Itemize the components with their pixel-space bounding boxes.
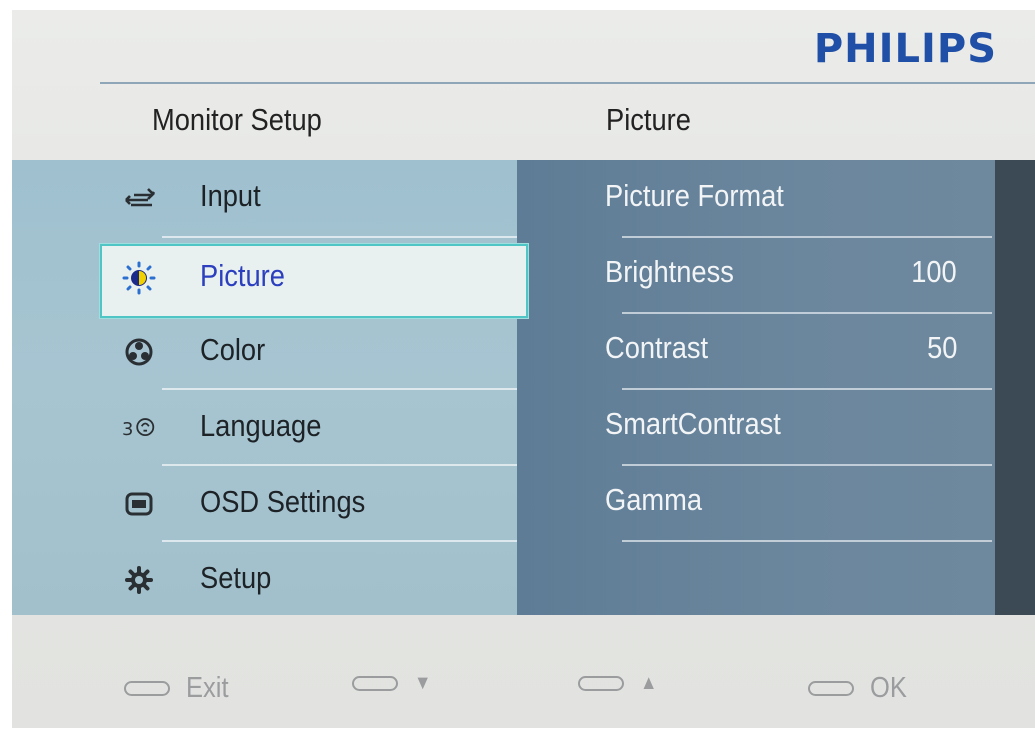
- input-icon: [122, 182, 156, 214]
- submenu-item-gamma[interactable]: Gamma: [517, 464, 995, 540]
- submenu-item-label: Picture Format: [605, 178, 784, 213]
- contrast-value: 50: [926, 330, 957, 365]
- brightness-icon: [122, 261, 156, 295]
- header-divider: [100, 82, 1035, 84]
- menu-panel: Input Picture Color 3 Language OSD Setti…: [12, 160, 1035, 615]
- submenu-item-label: Contrast: [605, 330, 709, 365]
- ok-label: OK: [870, 672, 907, 704]
- menu-item-color[interactable]: Color: [12, 314, 517, 390]
- down-button[interactable]: ▼: [352, 672, 434, 695]
- gear-icon: [122, 564, 156, 596]
- divider: [162, 236, 517, 238]
- menu-item-input[interactable]: Input: [12, 160, 517, 236]
- menu-item-label: Picture: [200, 258, 285, 293]
- menu-item-label: OSD Settings: [200, 484, 366, 519]
- svg-text:3: 3: [122, 419, 133, 440]
- menu-item-picture[interactable]: Picture: [12, 240, 517, 316]
- up-arrow-icon: ▲: [640, 672, 658, 694]
- button-pill-icon: [578, 676, 624, 691]
- button-pill-icon: [808, 681, 854, 696]
- menu-item-label: Color: [200, 332, 266, 367]
- button-pill-icon: [352, 676, 398, 691]
- language-icon: 3: [122, 412, 156, 444]
- submenu-item-brightness[interactable]: Brightness 100: [517, 236, 995, 312]
- submenu-title: Picture: [606, 102, 691, 137]
- submenu-item-contrast[interactable]: Contrast 50: [517, 312, 995, 388]
- menu-item-osd-settings[interactable]: OSD Settings: [12, 466, 517, 542]
- menu-item-setup[interactable]: Setup: [12, 542, 517, 618]
- panel-edge: [995, 160, 1035, 615]
- exit-label: Exit: [186, 672, 229, 704]
- menu-title: Monitor Setup: [152, 102, 322, 137]
- submenu-item-label: SmartContrast: [605, 406, 781, 441]
- submenu-item-smartcontrast[interactable]: SmartContrast: [517, 388, 995, 464]
- down-arrow-icon: ▼: [414, 672, 432, 694]
- submenu-item-label: Gamma: [605, 482, 703, 517]
- button-pill-icon: [124, 681, 170, 696]
- menu-item-label: Language: [200, 408, 322, 443]
- osd-icon: [122, 488, 156, 520]
- brand-logo: PHILIPS: [813, 26, 997, 72]
- color-wheel-icon: [122, 336, 156, 368]
- submenu-item-label: Brightness: [605, 254, 734, 289]
- up-button[interactable]: ▲: [578, 672, 660, 695]
- menu-item-label: Input: [200, 178, 261, 213]
- divider: [622, 540, 992, 542]
- osd-screen: PHILIPS Monitor Setup Picture Input Pict…: [12, 10, 1035, 728]
- exit-button[interactable]: Exit: [124, 672, 234, 705]
- submenu-item-picture-format[interactable]: Picture Format: [517, 160, 995, 236]
- menu-item-language[interactable]: 3 Language: [12, 390, 517, 466]
- ok-button[interactable]: OK: [808, 672, 912, 705]
- brightness-value: 100: [911, 254, 957, 289]
- menu-item-label: Setup: [200, 560, 272, 595]
